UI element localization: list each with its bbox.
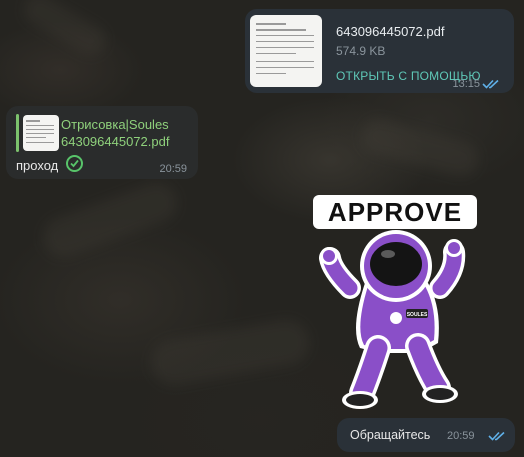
quoted-sender-name[interactable]: Отрисовка|Soules [61, 117, 169, 132]
outgoing-document-message[interactable]: 643096445072.pdf 574.9 KB ОТКРЫТЬ С ПОМО… [245, 9, 514, 93]
reply-quote-bar [16, 114, 19, 152]
read-checkmarks-icon [482, 79, 499, 89]
background-texture [18, 0, 112, 61]
background-texture [37, 177, 183, 263]
background-texture [357, 115, 483, 180]
message-time: 13:15 [452, 78, 480, 90]
sticker-caption: APPROVE [328, 197, 462, 227]
read-checkmarks-icon [488, 431, 505, 441]
document-file-name[interactable]: 643096445072.pdf [336, 24, 444, 39]
message-text: Обращайтесь [350, 428, 431, 442]
outgoing-text-message[interactable]: Обращайтесь 20:59 [337, 418, 515, 452]
incoming-reply-message[interactable]: Отрисовка|Soules 643096445072.pdf проход… [6, 106, 198, 179]
message-time: 20:59 [159, 163, 187, 175]
message-time: 20:59 [447, 430, 475, 442]
document-file-size: 574.9 KB [336, 44, 386, 58]
approve-astronaut-sticker[interactable]: APPROVE SOULES [310, 188, 485, 413]
quoted-pdf-thumbnail [23, 115, 59, 151]
check-circle-emoji-icon [66, 155, 83, 172]
pdf-thumbnail[interactable] [250, 15, 322, 87]
quoted-file-name[interactable]: 643096445072.pdf [61, 134, 169, 149]
message-text: проход [16, 158, 59, 173]
sticker-patch-label: SOULES [407, 312, 428, 318]
background-texture [147, 316, 313, 389]
